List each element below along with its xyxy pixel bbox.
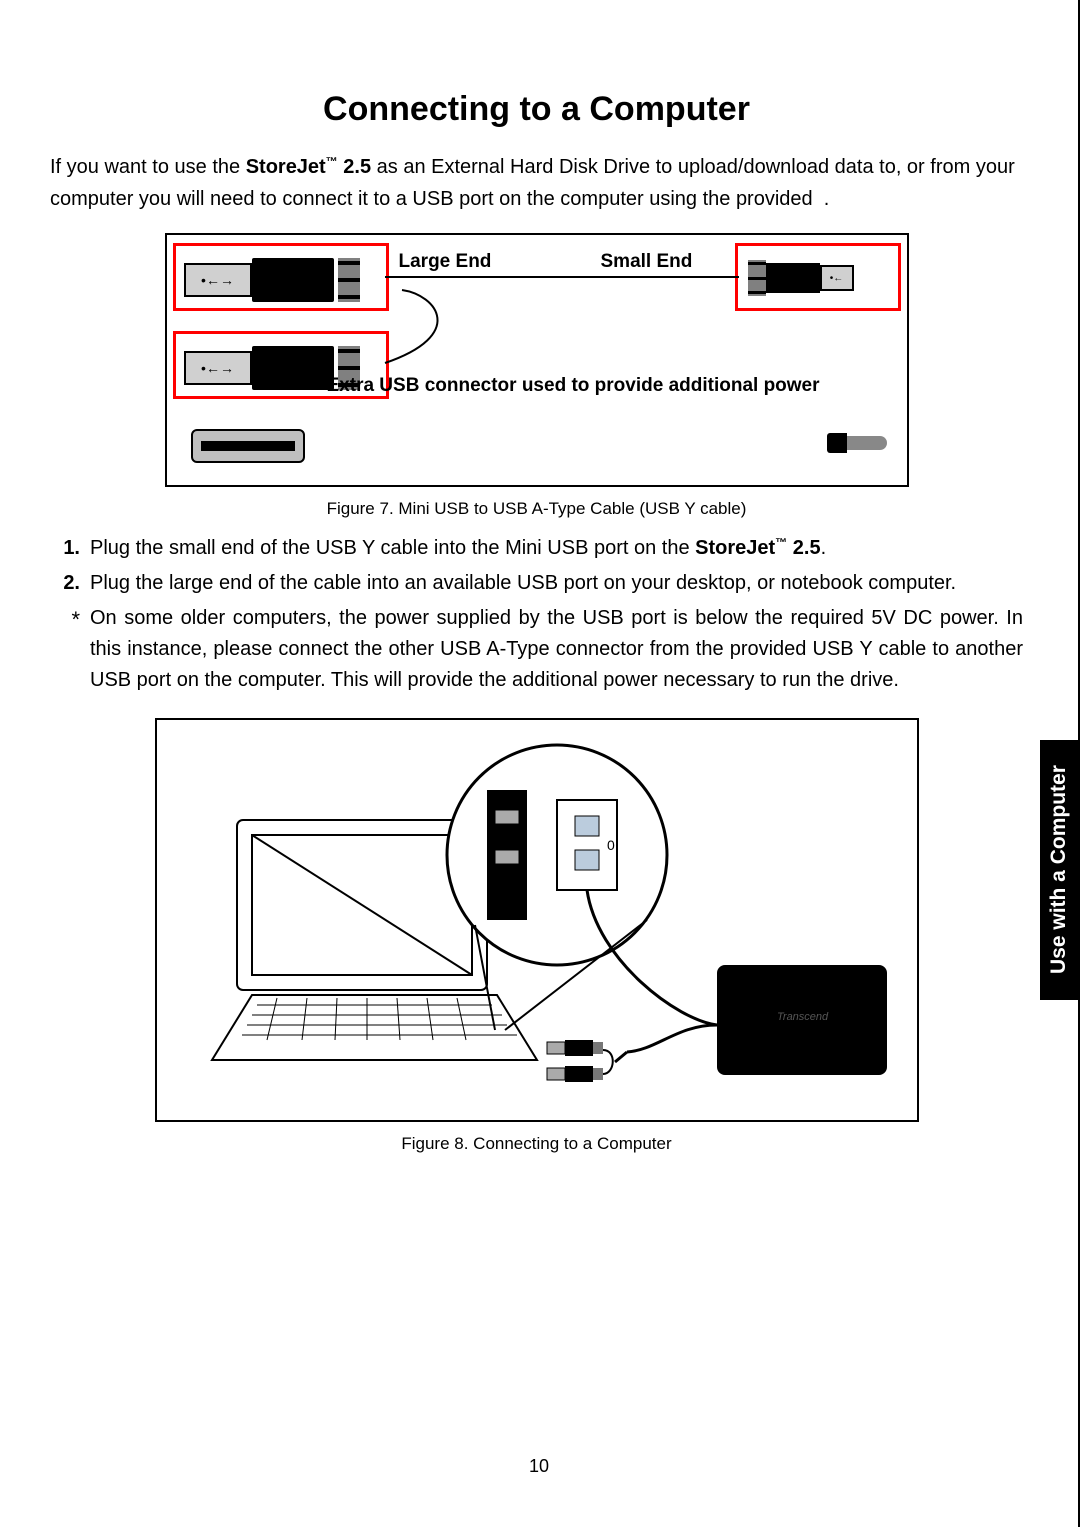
instruction-list: 1. Plug the small end of the USB Y cable… (50, 533, 1023, 696)
step-2-text: Plug the large end of the cable into an … (90, 568, 1023, 599)
usb-a-connector-icon: •←→ (184, 258, 360, 302)
label-large-end: Large End (399, 251, 492, 273)
step-1: 1. Plug the small end of the USB Y cable… (50, 533, 1023, 564)
step-note: * On some older computers, the power sup… (50, 603, 1023, 696)
product-name: StoreJet™ 2.5 (246, 156, 371, 178)
small-end-highlight: •← (735, 243, 901, 311)
step-2: 2. Plug the large end of the cable into … (50, 568, 1023, 599)
barrel-connector-right-icon (827, 433, 887, 453)
figure-8: 0 Transcend (155, 718, 919, 1122)
note-marker: * (50, 603, 90, 696)
intro-pre: If you want to use the (50, 156, 246, 178)
figure-7-caption: Figure 7. Mini USB to USB A-Type Cable (… (50, 499, 1023, 519)
large-end-highlight: •←→ (173, 243, 389, 311)
svg-text:Transcend: Transcend (777, 1011, 829, 1023)
step-1-marker: 1. (50, 533, 90, 564)
mini-usb-connector-icon: •← (748, 260, 854, 296)
step-2-marker: 2. (50, 568, 90, 599)
step-1-text: Plug the small end of the USB Y cable in… (90, 533, 1023, 564)
figure-7: •←→ •← •←→ Large End (165, 233, 909, 487)
figure-8-illustration-icon: 0 Transcend (157, 720, 917, 1120)
svg-text:0: 0 (607, 837, 615, 853)
page-title: Connecting to a Computer (50, 90, 1023, 129)
figure-8-caption: Figure 8. Connecting to a Computer (50, 1134, 1023, 1154)
page-number: 10 (0, 1456, 1078, 1477)
barrel-connector-left-icon (191, 429, 305, 463)
note-text: On some older computers, the power suppl… (90, 603, 1023, 696)
extra-usb-note: Extra USB connector used to provide addi… (327, 375, 887, 397)
section-tab: Use with a Computer (1040, 740, 1078, 1000)
label-small-end: Small End (601, 251, 693, 273)
intro-paragraph: If you want to use the StoreJet™ 2.5 as … (50, 151, 1023, 215)
